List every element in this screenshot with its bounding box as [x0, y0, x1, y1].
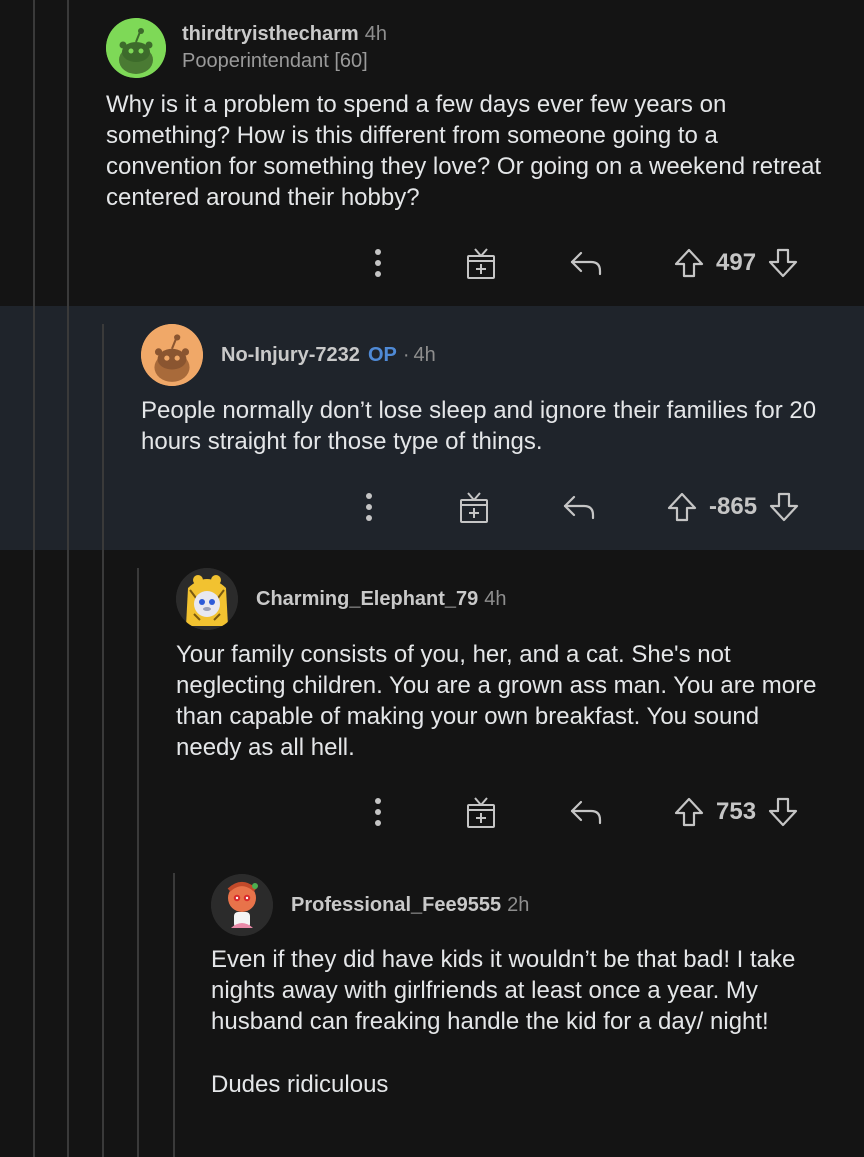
timestamp: 4h [364, 23, 387, 45]
comment-paragraph: Dudes ridiculous [211, 1071, 389, 1098]
comment-body: Even if they did have kids it wouldn’t b… [211, 944, 831, 1100]
downvote-icon[interactable] [766, 247, 800, 279]
op-badge: OP [367, 343, 397, 366]
downvote-icon[interactable] [767, 491, 801, 523]
comment-paragraph: People normally don’t lose sleep and ign… [141, 397, 817, 455]
comment-actions: 753 [358, 792, 800, 832]
thread-line-level-2 [102, 324, 104, 550]
comment-body: Why is it a problem to spend a few days … [106, 89, 826, 213]
more-options-icon[interactable] [358, 248, 398, 278]
thread-line-level-0 [33, 306, 35, 550]
reply-icon[interactable] [568, 799, 604, 825]
thread-line-level-1 [67, 306, 69, 550]
comment-body: People normally don’t lose sleep and ign… [141, 395, 853, 457]
timestamp: 4h [413, 343, 436, 366]
vote-score: 497 [716, 249, 757, 276]
more-options-icon[interactable] [349, 492, 389, 522]
snoo-avatar-icon [141, 324, 203, 386]
upvote-icon[interactable] [672, 247, 706, 279]
timestamp: 2h [507, 893, 530, 916]
award-icon[interactable] [457, 490, 491, 524]
comment-no-injury-7232: No-Injury-7232 OP · 4h People normally don’… [0, 306, 864, 550]
avatar[interactable] [106, 18, 166, 78]
snoo-avatar-icon [106, 18, 166, 78]
vote-score: -865 [709, 493, 758, 520]
elephant-costume-avatar-icon [176, 568, 238, 630]
comment-paragraph: Your family consists of you, her, and a … [176, 641, 817, 761]
comment-professional-fee9555: Professional_Fee9555 2h Even if they did … [0, 870, 864, 1157]
strawberry-avatar-icon [211, 874, 273, 936]
more-options-icon[interactable] [358, 797, 398, 827]
upvote-icon[interactable] [665, 491, 699, 523]
username[interactable]: Charming_Elephant_79 [256, 588, 478, 610]
award-icon[interactable] [464, 795, 498, 829]
comment-body: Your family consists of you, her, and a … [176, 639, 826, 763]
avatar[interactable] [141, 324, 203, 386]
avatar[interactable] [211, 874, 273, 936]
comment-actions: 497 [358, 243, 800, 283]
username[interactable]: No-Injury-7232 [221, 344, 360, 366]
downvote-icon[interactable] [766, 796, 800, 828]
upvote-icon[interactable] [672, 796, 706, 828]
user-flair: Pooperintendant [60] [182, 50, 368, 72]
separator-dot: · [402, 343, 410, 366]
username[interactable]: thirdtryisthecharm [182, 23, 359, 45]
reply-icon[interactable] [561, 494, 597, 520]
comment-charming-elephant-79: Charming_Elephant_79 4h Your family consi… [0, 550, 864, 870]
comment-paragraph: Why is it a problem to spend a few days … [106, 91, 822, 211]
vote-score: 753 [716, 798, 757, 825]
username[interactable]: Professional_Fee9555 [291, 894, 501, 916]
comment-actions: -865 [349, 487, 801, 527]
avatar[interactable] [176, 568, 238, 630]
comment-thirdtryisthecharm: thirdtryisthecharm 4h Pooperintendant [60… [0, 0, 864, 306]
reply-icon[interactable] [568, 250, 604, 276]
timestamp: 4h [484, 587, 507, 610]
comment-paragraph: Even if they did have kids it wouldn’t b… [211, 946, 796, 1035]
award-icon[interactable] [464, 246, 498, 280]
